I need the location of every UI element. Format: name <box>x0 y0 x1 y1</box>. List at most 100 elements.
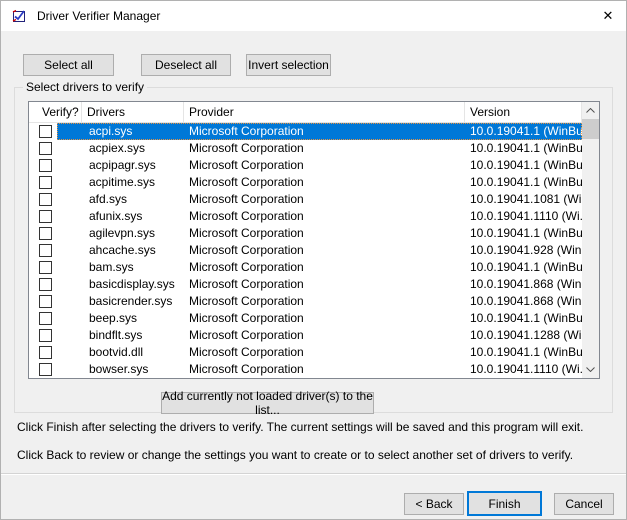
driver-name-cell: basicrender.sys <box>57 293 184 310</box>
verify-checkbox[interactable] <box>39 261 52 274</box>
row-main[interactable]: agilevpn.sys Microsoft Corporation 10.0.… <box>57 225 582 242</box>
scrollbar-track[interactable] <box>582 139 599 361</box>
provider-cell: Microsoft Corporation <box>184 191 465 208</box>
table-row[interactable]: basicdisplay.sys Microsoft Corporation 1… <box>29 276 582 293</box>
row-main[interactable]: ahcache.sys Microsoft Corporation 10.0.1… <box>57 242 582 259</box>
driver-name-cell: basicdisplay.sys <box>57 276 184 293</box>
table-rows: acpi.sys Microsoft Corporation 10.0.1904… <box>29 123 582 378</box>
verify-cell <box>29 276 57 293</box>
row-main[interactable]: bindflt.sys Microsoft Corporation 10.0.1… <box>57 327 582 344</box>
table-row[interactable]: bootvid.dll Microsoft Corporation 10.0.1… <box>29 344 582 361</box>
invert-selection-button[interactable]: Invert selection <box>246 54 331 76</box>
provider-cell: Microsoft Corporation <box>184 225 465 242</box>
version-cell: 10.0.19041.1 (WinBui... <box>465 344 582 361</box>
version-cell: 10.0.19041.1 (WinBui... <box>465 225 582 242</box>
back-instruction-text: Click Back to review or change the setti… <box>17 448 617 462</box>
verify-checkbox[interactable] <box>39 210 52 223</box>
row-main[interactable]: acpi.sys Microsoft Corporation 10.0.1904… <box>57 123 582 140</box>
verify-checkbox[interactable] <box>39 312 52 325</box>
table-row[interactable]: agilevpn.sys Microsoft Corporation 10.0.… <box>29 225 582 242</box>
scrollbar-thumb[interactable] <box>582 119 599 139</box>
verify-cell <box>29 327 57 344</box>
row-main[interactable]: afd.sys Microsoft Corporation 10.0.19041… <box>57 191 582 208</box>
scrollbar-up-icon[interactable] <box>582 102 599 119</box>
vertical-scrollbar[interactable] <box>582 102 599 378</box>
drivers-list: Verify? Drivers Provider Version acpi.sy… <box>28 101 600 379</box>
table-row[interactable]: afunix.sys Microsoft Corporation 10.0.19… <box>29 208 582 225</box>
row-main[interactable]: basicrender.sys Microsoft Corporation 10… <box>57 293 582 310</box>
provider-cell: Microsoft Corporation <box>184 174 465 191</box>
table-row[interactable]: acpitime.sys Microsoft Corporation 10.0.… <box>29 174 582 191</box>
provider-cell: Microsoft Corporation <box>184 327 465 344</box>
table-row[interactable]: acpi.sys Microsoft Corporation 10.0.1904… <box>29 123 582 140</box>
row-main[interactable]: beep.sys Microsoft Corporation 10.0.1904… <box>57 310 582 327</box>
driver-name-cell: bindflt.sys <box>57 327 184 344</box>
verify-checkbox[interactable] <box>39 363 52 376</box>
provider-cell: Microsoft Corporation <box>184 293 465 310</box>
verify-checkbox[interactable] <box>39 244 52 257</box>
verify-checkbox[interactable] <box>39 346 52 359</box>
row-main[interactable]: bowser.sys Microsoft Corporation 10.0.19… <box>57 361 582 378</box>
row-main[interactable]: acpiex.sys Microsoft Corporation 10.0.19… <box>57 140 582 157</box>
version-cell: 10.0.19041.1081 (Wi... <box>465 191 582 208</box>
column-header-provider[interactable]: Provider <box>184 102 465 122</box>
cancel-button[interactable]: Cancel <box>554 493 614 515</box>
table-row[interactable]: bowser.sys Microsoft Corporation 10.0.19… <box>29 361 582 378</box>
verify-cell <box>29 225 57 242</box>
driver-name-cell: acpitime.sys <box>57 174 184 191</box>
row-main[interactable]: afunix.sys Microsoft Corporation 10.0.19… <box>57 208 582 225</box>
groupbox-label: Select drivers to verify <box>23 80 147 94</box>
table-row[interactable]: afd.sys Microsoft Corporation 10.0.19041… <box>29 191 582 208</box>
verify-checkbox[interactable] <box>39 159 52 172</box>
select-all-button[interactable]: Select all <box>23 54 114 76</box>
verify-checkbox[interactable] <box>39 176 52 189</box>
table-row[interactable]: beep.sys Microsoft Corporation 10.0.1904… <box>29 310 582 327</box>
column-header-version[interactable]: Version <box>465 102 582 122</box>
add-not-loaded-drivers-button[interactable]: Add currently not loaded driver(s) to th… <box>161 392 374 414</box>
provider-cell: Microsoft Corporation <box>184 208 465 225</box>
column-header-drivers[interactable]: Drivers <box>82 102 184 122</box>
finish-instruction-text: Click Finish after selecting the drivers… <box>17 420 617 434</box>
window-title: Driver Verifier Manager <box>37 9 160 23</box>
table-row[interactable]: acpipagr.sys Microsoft Corporation 10.0.… <box>29 157 582 174</box>
version-cell: 10.0.19041.1 (WinBui... <box>465 174 582 191</box>
row-main[interactable]: basicdisplay.sys Microsoft Corporation 1… <box>57 276 582 293</box>
verify-checkbox[interactable] <box>39 278 52 291</box>
table-row[interactable]: ahcache.sys Microsoft Corporation 10.0.1… <box>29 242 582 259</box>
version-cell: 10.0.19041.868 (Win... <box>465 276 582 293</box>
close-icon[interactable]: ✕ <box>596 5 620 27</box>
verify-checkbox[interactable] <box>39 193 52 206</box>
driver-name-cell: acpipagr.sys <box>57 157 184 174</box>
row-main[interactable]: acpitime.sys Microsoft Corporation 10.0.… <box>57 174 582 191</box>
verify-cell <box>29 293 57 310</box>
provider-cell: Microsoft Corporation <box>184 259 465 276</box>
verify-checkbox[interactable] <box>39 142 52 155</box>
driver-name-cell: afd.sys <box>57 191 184 208</box>
column-header-verify[interactable]: Verify? <box>29 102 82 122</box>
back-button[interactable]: < Back <box>404 493 464 515</box>
table-row[interactable]: basicrender.sys Microsoft Corporation 10… <box>29 293 582 310</box>
deselect-all-button[interactable]: Deselect all <box>141 54 231 76</box>
verify-cell <box>29 344 57 361</box>
table-row[interactable]: bindflt.sys Microsoft Corporation 10.0.1… <box>29 327 582 344</box>
table-row[interactable]: acpiex.sys Microsoft Corporation 10.0.19… <box>29 140 582 157</box>
provider-cell: Microsoft Corporation <box>184 140 465 157</box>
row-main[interactable]: bam.sys Microsoft Corporation 10.0.19041… <box>57 259 582 276</box>
verify-cell <box>29 361 57 378</box>
verify-checkbox[interactable] <box>39 227 52 240</box>
driver-name-cell: bam.sys <box>57 259 184 276</box>
scrollbar-down-icon[interactable] <box>582 361 599 378</box>
row-main[interactable]: acpipagr.sys Microsoft Corporation 10.0.… <box>57 157 582 174</box>
driver-name-cell: afunix.sys <box>57 208 184 225</box>
version-cell: 10.0.19041.928 (Win... <box>465 242 582 259</box>
provider-cell: Microsoft Corporation <box>184 276 465 293</box>
verify-cell <box>29 140 57 157</box>
row-main[interactable]: bootvid.dll Microsoft Corporation 10.0.1… <box>57 344 582 361</box>
verify-checkbox[interactable] <box>39 125 52 138</box>
verify-checkbox[interactable] <box>39 329 52 342</box>
version-cell: 10.0.19041.868 (Win... <box>465 293 582 310</box>
verify-checkbox[interactable] <box>39 295 52 308</box>
finish-button[interactable]: Finish <box>467 491 542 516</box>
table-row[interactable]: bam.sys Microsoft Corporation 10.0.19041… <box>29 259 582 276</box>
verify-cell <box>29 174 57 191</box>
